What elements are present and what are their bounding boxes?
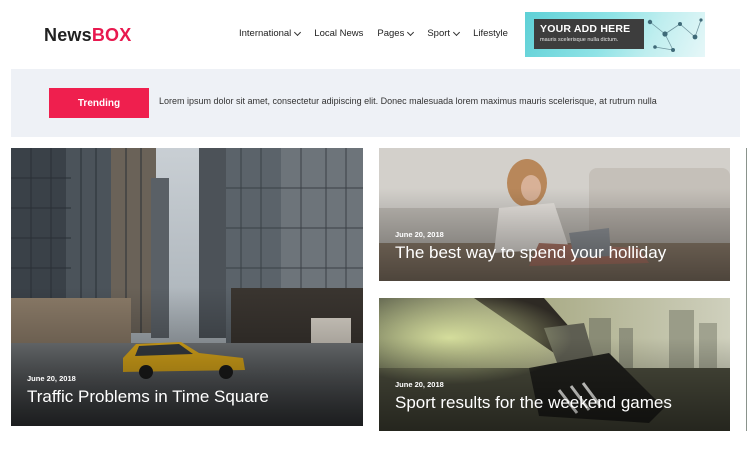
trending-button[interactable]: Trending <box>49 88 149 118</box>
nav-item-label: Local News <box>314 28 364 39</box>
nav-item-label: Pages <box>377 28 405 39</box>
article-title[interactable]: Traffic Problems in Time Square <box>27 387 269 407</box>
article-card-traffic[interactable]: June 20, 2018 Traffic Problems in Time S… <box>11 148 363 426</box>
chevron-down-icon <box>294 28 302 36</box>
logo-text-box: BOX <box>91 25 132 45</box>
trending-headline[interactable]: Lorem ipsum dolor sit amet, consectetur … <box>159 96 657 106</box>
nav-item-sport[interactable]: Sport <box>427 28 461 39</box>
trending-bar: Trending Lorem ipsum dolor sit amet, con… <box>11 69 740 137</box>
ad-subtitle: mauris scelerisque nulla dictum. <box>540 37 619 43</box>
article-title[interactable]: The best way to spend your holliday <box>395 243 666 263</box>
article-card-holiday[interactable]: June 20, 2018 The best way to spend your… <box>379 148 730 281</box>
article-image-city-street <box>11 148 363 426</box>
nav-item-lifestyle[interactable]: Lifestyle <box>473 28 508 39</box>
ad-title: YOUR ADD HERE <box>540 23 631 35</box>
nav-item-local-news[interactable]: Local News <box>314 28 363 39</box>
article-card-sport[interactable]: June 20, 2018 Sport results for the week… <box>379 298 730 431</box>
article-date: June 20, 2018 <box>27 374 76 383</box>
nav-item-label: International <box>239 28 292 39</box>
chevron-down-icon <box>407 28 415 36</box>
ad-banner[interactable]: YOUR ADD HERE mauris scelerisque nulla d… <box>525 12 705 57</box>
nav-item-pages[interactable]: Pages <box>377 28 415 39</box>
site-header: NewsBOX International Local News Pages S… <box>0 0 750 68</box>
site-logo[interactable]: NewsBOX <box>44 25 131 46</box>
right-edge-divider <box>746 148 747 431</box>
article-date: June 20, 2018 <box>395 230 444 239</box>
nav-item-label: Sport <box>427 28 451 39</box>
nav-item-international[interactable]: International <box>239 28 302 39</box>
chevron-down-icon <box>453 28 461 36</box>
logo-text-news: News <box>44 25 92 45</box>
article-date: June 20, 2018 <box>395 380 444 389</box>
nav-item-label: Lifestyle <box>473 28 508 39</box>
main-nav: International Local News Pages Sport Lif… <box>239 28 522 39</box>
ad-text-box: YOUR ADD HERE mauris scelerisque nulla d… <box>534 19 644 49</box>
article-title[interactable]: Sport results for the weekend games <box>395 393 672 413</box>
